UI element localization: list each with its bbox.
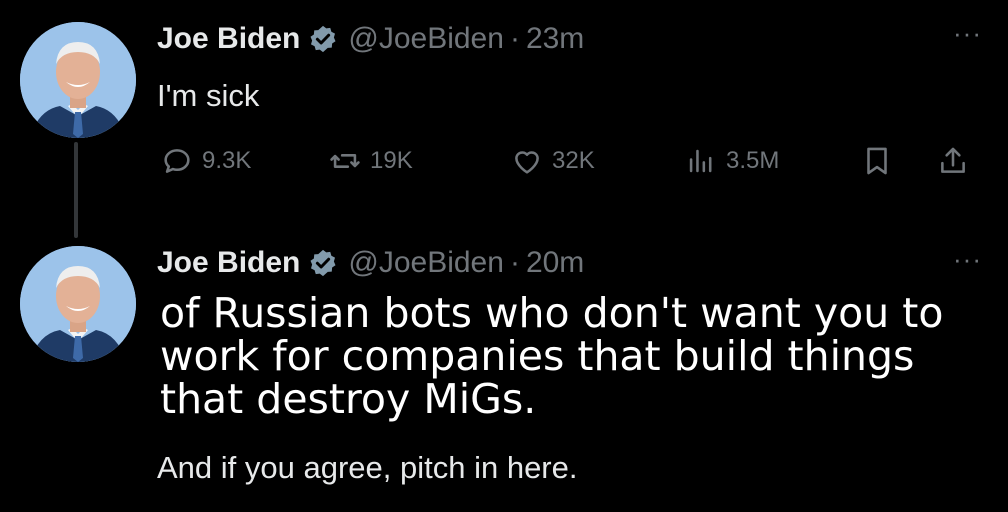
verified-badge-icon [310,25,336,53]
timestamp[interactable]: 23m [526,22,584,56]
retweet-count: 19K [370,147,413,174]
separator-dot: · [509,246,520,279]
retweet-icon [330,154,360,168]
author-handle[interactable]: @JoeBiden [348,22,504,56]
like-button[interactable]: 32K [510,144,595,178]
author-name[interactable]: Joe Biden [157,22,300,56]
like-count: 32K [552,147,595,174]
reply-icon [164,149,190,173]
tweet-header: Joe Biden @JoeBiden · 23m [157,22,584,56]
author-name[interactable]: Joe Biden [157,246,300,280]
reply-button[interactable]: 9.3K [160,144,251,178]
tweet-text: I'm sick [157,78,260,113]
tweet-2[interactable]: Joe Biden @JoeBiden · 20m ··· of Russian… [0,240,1008,512]
view-count: 3.5M [726,147,780,174]
avatar-photo [20,246,136,362]
avatar-photo [20,22,136,138]
reply-count: 9.3K [202,147,252,174]
avatar[interactable] [20,246,136,362]
avatar[interactable] [20,22,136,138]
verified-badge-icon [310,249,336,277]
tweet-text: And if you agree, pitch in here. [157,450,578,485]
author-handle[interactable]: @JoeBiden [348,246,504,280]
tweet-1[interactable]: Joe Biden @JoeBiden · 23m ··· I'm sick 9… [0,0,1008,240]
like-icon [515,151,539,174]
thread-line [74,142,78,238]
timestamp[interactable]: 20m [526,246,584,280]
retweet-button[interactable]: 19K [328,144,413,178]
bookmark-icon [867,147,887,175]
separator-dot: · [509,22,520,55]
views-icon [689,149,712,173]
overlay-caption: of Russian bots who don't want you to wo… [160,289,944,423]
action-bar: 9.3K 19K 32K 3.5M [160,144,1000,184]
more-icon[interactable]: ··· [953,18,982,49]
tweet-header: Joe Biden @JoeBiden · 20m [157,246,584,280]
share-icon [941,147,965,173]
views-button[interactable]: 3.5M [684,144,779,178]
bookmark-button[interactable] [860,144,902,178]
share-button[interactable] [936,144,978,178]
more-icon[interactable]: ··· [953,244,982,275]
